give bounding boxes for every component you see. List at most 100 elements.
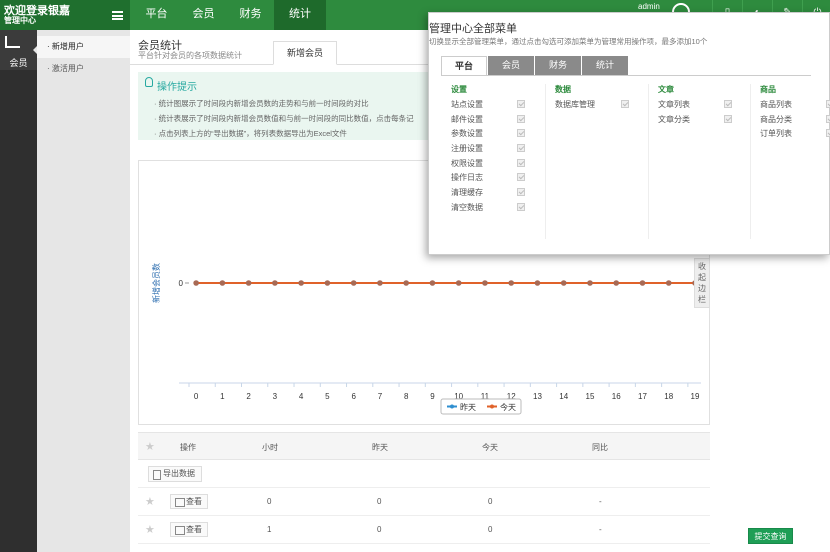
menu-item-checkbox[interactable]: [724, 100, 732, 108]
menu-item[interactable]: 清空数据: [451, 202, 551, 217]
cell-yoy: -: [599, 525, 602, 534]
tip-item: 点击列表上方的“导出数据”，将列表数据导出为Excel文件: [154, 126, 414, 141]
data-point: [324, 280, 331, 286]
export-bar: 导出数据: [138, 460, 710, 488]
table-row: ★ 查看 0 0 0 -: [138, 488, 710, 516]
cell-hour: 1: [267, 525, 272, 534]
nav-platform[interactable]: 平台: [133, 0, 180, 30]
panel-tab-finance[interactable]: 财务: [535, 56, 581, 75]
view-button[interactable]: 查看: [170, 522, 208, 537]
menu-group: 文章 文章列表 文章分类: [658, 84, 758, 128]
star-icon[interactable]: ★: [145, 523, 155, 536]
menu-item-label: 邮件设置: [451, 114, 483, 124]
menu-item[interactable]: 注册设置: [451, 143, 551, 158]
x-tick-label: 3: [273, 392, 278, 401]
menu-item-label: 清空数据: [451, 202, 483, 212]
menu-item-checkbox[interactable]: [826, 114, 830, 123]
submit-query-button[interactable]: 提交查询: [748, 528, 793, 544]
menu-item-checkbox[interactable]: [517, 188, 525, 197]
x-tick-label: 1: [220, 392, 225, 401]
menu-item-checkbox[interactable]: [517, 158, 525, 167]
data-point: [219, 280, 226, 286]
menu-item-checkbox[interactable]: [621, 100, 629, 108]
x-tick-label: 5: [325, 392, 330, 401]
menu-group-divider: [648, 84, 649, 239]
menu-item[interactable]: 数据库管理: [555, 99, 655, 114]
nav-statistics[interactable]: 统计: [274, 0, 326, 30]
data-point: [245, 280, 252, 286]
menu-item[interactable]: 清理缓存: [451, 187, 551, 202]
data-point: [298, 280, 304, 286]
col-today: 今天: [482, 443, 498, 452]
data-point: [639, 280, 646, 286]
col-action: 操作: [180, 443, 196, 452]
menu-item[interactable]: 权限设置: [451, 158, 551, 173]
cell-yesterday: 0: [377, 525, 382, 534]
collapse-sidebar-button[interactable]: 收起边栏: [694, 258, 710, 308]
menu-item-checkbox[interactable]: [826, 129, 830, 138]
x-tick-label: 6: [351, 392, 356, 401]
menu-item[interactable]: 操作日志: [451, 172, 551, 187]
data-point: [613, 280, 620, 286]
menu-item[interactable]: 商品分类: [760, 114, 830, 129]
tip-item: 统计表展示了时间段内新增会员数值和与前一时间段的同比数值，点击每条记: [154, 111, 414, 126]
menu-item-checkbox[interactable]: [724, 114, 732, 123]
col-yoy: 同比: [592, 443, 608, 452]
menu-item-label: 数据库管理: [555, 100, 595, 109]
data-point: [272, 280, 278, 286]
data-point: [350, 280, 357, 286]
menu-item-checkbox[interactable]: [517, 144, 525, 153]
tab-new-members[interactable]: 新增会员: [273, 41, 337, 65]
data-point: [534, 280, 541, 286]
x-tick-label: 18: [664, 392, 673, 401]
star-icon[interactable]: ★: [145, 440, 155, 453]
panel-tab-member[interactable]: 会员: [488, 56, 534, 75]
cell-hour: 0: [267, 497, 272, 506]
view-button[interactable]: 查看: [170, 494, 208, 509]
data-point: [587, 280, 593, 286]
panel-tab-statistics[interactable]: 统计: [582, 56, 628, 75]
menu-item-checkbox[interactable]: [517, 114, 525, 123]
nav-member[interactable]: 会员: [180, 0, 227, 30]
export-button[interactable]: 导出数据: [148, 466, 202, 482]
menu-item[interactable]: 站点设置: [451, 99, 551, 114]
menu-item-checkbox[interactable]: [517, 202, 525, 211]
menu-item-label: 商品列表: [760, 100, 792, 109]
menu-item[interactable]: 邮件设置: [451, 114, 551, 129]
admin-name: admin: [638, 2, 660, 11]
menu-item-checkbox[interactable]: [517, 129, 525, 138]
subnav-active-users[interactable]: 激活用户: [37, 58, 130, 80]
left-sidebar: 会员: [0, 30, 37, 552]
x-tick-label: 8: [404, 392, 409, 401]
star-icon[interactable]: ★: [145, 495, 155, 508]
subnav-new-users[interactable]: 新增用户: [37, 36, 130, 58]
menu-item-checkbox[interactable]: [517, 100, 525, 108]
menu-item[interactable]: 参数设置: [451, 128, 551, 143]
cell-today: 0: [488, 525, 493, 534]
page-subtitle: 平台针对会员的各项数据统计: [138, 51, 242, 60]
menu-item-checkbox[interactable]: [517, 173, 525, 182]
panel-tab-platform[interactable]: 平台: [441, 56, 487, 75]
menu-toggle-icon[interactable]: [112, 11, 123, 20]
x-tick-label: 0: [194, 392, 199, 401]
menu-item-label: 站点设置: [451, 100, 483, 109]
menu-item[interactable]: 文章列表: [658, 99, 758, 114]
sidebar-item-member[interactable]: 会员: [0, 30, 37, 70]
menu-item[interactable]: 订单列表: [760, 128, 830, 143]
legend-marker: [490, 404, 494, 409]
menu-item-checkbox[interactable]: [826, 100, 830, 108]
data-point: [193, 280, 199, 286]
stats-table: ★ 操作 小时 昨天 今天 同比 导出数据 ★ 查看 0 0 0 - ★ 查看 …: [138, 432, 710, 544]
y-tick-label: 0: [179, 279, 184, 288]
tips-title: 操作提示: [157, 82, 197, 93]
nav-finance[interactable]: 财务: [227, 0, 274, 30]
menu-item[interactable]: 商品列表: [760, 99, 830, 114]
panel-tab-divider: [441, 75, 811, 76]
menu-item[interactable]: 文章分类: [658, 114, 758, 129]
data-point: [665, 280, 672, 286]
x-tick-label: 16: [612, 392, 621, 401]
x-tick-label: 14: [559, 392, 568, 401]
menu-group: 数据 数据库管理: [555, 84, 655, 114]
brand-center: 管理中心: [4, 16, 36, 25]
legend-label: 昨天: [460, 402, 476, 412]
